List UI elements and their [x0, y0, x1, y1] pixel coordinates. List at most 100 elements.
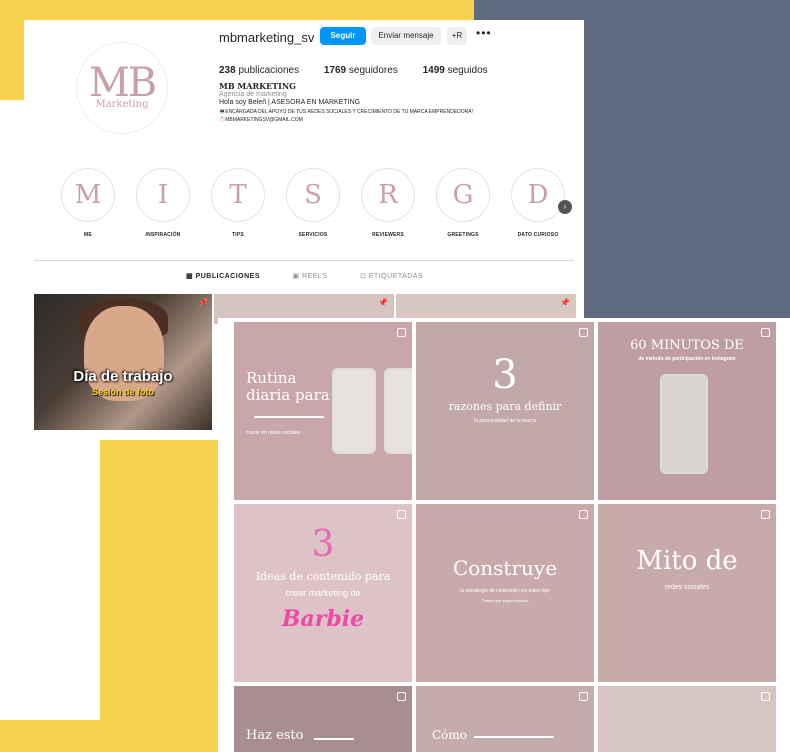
divider-line [474, 736, 554, 738]
tab-label: PUBLICACIONES [195, 273, 261, 280]
highlight-me[interactable]: M ME [60, 168, 116, 238]
bio-line-2: 💻ENCARGADA DEL APOYO DE TUS REDES SOCIAL… [219, 108, 473, 115]
username: mbmarketing_sv [219, 30, 315, 45]
post-subtitle: crecer en redes sociales [246, 430, 301, 436]
highlight-cover: T [211, 168, 265, 222]
highlight-cover: S [286, 168, 340, 222]
carousel-icon [397, 328, 406, 337]
background-yellow-left [0, 20, 24, 100]
post-title: Mito de [636, 546, 738, 576]
pin-icon: 📌 [198, 298, 208, 307]
highlight-cover: I [136, 168, 190, 222]
grid-icon: ▦ [186, 273, 196, 280]
post-title: Construye [452, 556, 558, 580]
post-number: 3 [311, 524, 335, 565]
post-title: Rutina diaria para [246, 369, 330, 404]
bio-line-1: Hola soy Beleñ | ASESORA EN MARKETING [219, 99, 361, 106]
post-title: Cómo [432, 728, 468, 742]
post-subtitle: tu estrategia de contenido con estos tip… [460, 588, 550, 594]
post-title: Haz esto [246, 728, 304, 743]
background-yellow-bottom-left [0, 720, 100, 752]
highlight-cover: R [361, 168, 415, 222]
more-options-icon[interactable]: ••• [476, 24, 492, 42]
highlight-label: DATO CURIOSO [517, 232, 559, 238]
background-yellow-top [0, 0, 474, 20]
profile-bio: MB MARKETING Agencia de marketing Hola s… [219, 82, 549, 125]
divider-line [254, 416, 324, 418]
highlight-label: SERVICIOS [298, 232, 328, 238]
post-subtitle: redes sociales [664, 584, 710, 591]
highlight-cover: M [61, 168, 115, 222]
post-title: 60 MINUTOS DE [630, 338, 744, 353]
post-haz-esto[interactable]: Haz esto [234, 686, 412, 752]
posts-grid-overlay: Rutina diaria para crecer en redes socia… [218, 318, 790, 752]
carousel-icon [579, 692, 588, 701]
highlight-label: REVIEWERS [372, 232, 404, 238]
send-message-button[interactable]: Enviar mensaje [371, 27, 441, 45]
story-highlights: M ME I INSPIRACIÓN T TIPS S SERVICIOS R … [24, 160, 584, 240]
post-grid-9[interactable] [598, 686, 776, 752]
divider-line [314, 738, 354, 740]
followers-stat[interactable]: 1769 seguidores [324, 65, 398, 76]
tab-etiquetadas[interactable]: ⊡ ETIQUETADAS [360, 272, 423, 280]
highlight-dato-curioso[interactable]: D DATO CURIOSO [510, 168, 566, 238]
highlight-label: TIPS [232, 232, 244, 238]
avatar[interactable]: MB Marketing [76, 42, 168, 134]
post-como[interactable]: Cómo [416, 686, 594, 752]
post-subtitle: de método de participación en Instagram [638, 356, 736, 362]
phone-mockup [660, 374, 708, 474]
post-subtitle: la personalidad de tu marca [474, 418, 536, 424]
post-ideas-barbie[interactable]: 3 Ideas de contenido para crear marketin… [234, 504, 412, 682]
post-60-minutos[interactable]: 60 MINUTOS DE de método de participación… [598, 322, 776, 500]
bio-email[interactable]: 📩MBMARKETINGSV@GMAIL.COM [219, 116, 549, 125]
profile-category: Agencia de marketing [219, 90, 287, 98]
carousel-icon [761, 328, 770, 337]
post-title: Día de trabajo [73, 368, 173, 385]
tagged-icon: ⊡ [359, 273, 369, 280]
reels-icon: ▣ [292, 273, 303, 280]
post-construye[interactable]: Construye tu estrategia de contenido con… [416, 504, 594, 682]
highlight-cover: G [436, 168, 490, 222]
highlight-reviewers[interactable]: R REVIEWERS [360, 168, 416, 238]
post-rutina-diaria[interactable]: Rutina diaria para crecer en redes socia… [234, 322, 412, 500]
post-dia-de-trabajo[interactable]: 📌 Día de trabajo Sesión de foto [34, 294, 212, 430]
post-title: razones para definir [448, 400, 562, 413]
barbie-logo: Barbie [281, 606, 365, 632]
tab-publicaciones[interactable]: ▦ PUBLICACIONES [186, 272, 260, 280]
carousel-icon [761, 510, 770, 519]
highlight-tips[interactable]: T TIPS [210, 168, 266, 238]
highlight-inspiracion[interactable]: I INSPIRACIÓN [135, 168, 191, 238]
carousel-icon [579, 510, 588, 519]
post-number: 3 [492, 352, 518, 398]
profile-name: MB MARKETING [219, 81, 297, 91]
profile-tabs: ▦ PUBLICACIONES ▣ REELS ⊡ ETIQUETADAS [186, 272, 453, 280]
post-subtitle: Sesión de foto [91, 387, 154, 397]
divider [34, 260, 574, 261]
follow-button[interactable]: Seguir [320, 27, 366, 45]
highlight-cover: D [511, 168, 565, 222]
highlight-servicios[interactable]: S SERVICIOS [285, 168, 341, 238]
profile-stats: 238 publicaciones 1769 seguidores 1499 s… [219, 65, 510, 76]
highlight-label: INSPIRACIÓN [145, 232, 181, 238]
phone-mockup [384, 368, 412, 454]
carousel-icon [397, 510, 406, 519]
highlight-label: GREETINGS [447, 232, 479, 238]
add-person-icon[interactable]: +R [447, 27, 467, 45]
post-subtitle: crear marketing de [285, 588, 361, 598]
post-caption: Tienes que seguir leyendo [481, 598, 529, 603]
phone-mockup [332, 368, 376, 454]
highlight-label: ME [84, 232, 92, 238]
carousel-icon [579, 328, 588, 337]
chevron-right-icon[interactable]: › [558, 200, 572, 214]
pin-icon: 📌 [378, 298, 388, 307]
post-3-razones[interactable]: 3 razones para definir la personalidad d… [416, 322, 594, 500]
tab-label: ETIQUETADAS [368, 273, 424, 280]
posts-stat: 238 publicaciones [219, 65, 300, 76]
tab-reels[interactable]: ▣ REELS [292, 272, 327, 280]
tab-label: REELS [302, 273, 328, 280]
following-stat[interactable]: 1499 seguidos [423, 65, 488, 76]
highlight-greetings[interactable]: G GREETINGS [435, 168, 491, 238]
post-mito-de[interactable]: Mito de redes sociales [598, 504, 776, 682]
pin-icon: 📌 [560, 298, 570, 307]
carousel-icon [397, 692, 406, 701]
